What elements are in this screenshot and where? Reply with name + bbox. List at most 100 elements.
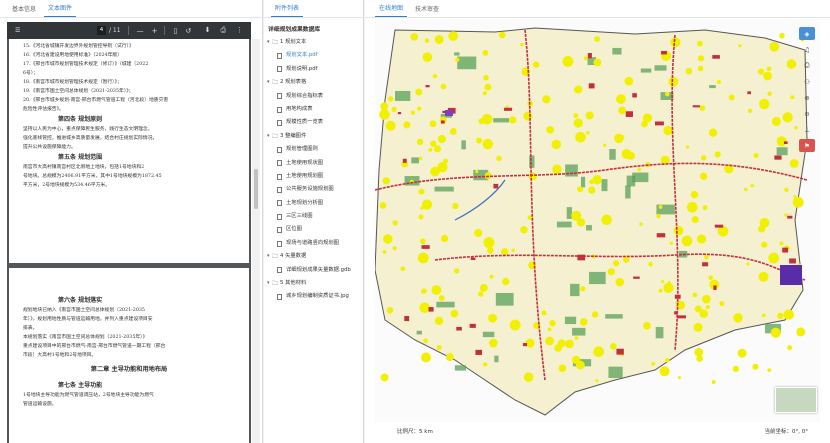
text-line: 坚持以人民为中心，重点保障民生服务，践行生态文明理念， — [23, 127, 153, 132]
urban-block — [577, 254, 586, 261]
tree-file[interactable]: 公共服务设施规划图 — [264, 183, 363, 196]
bell-icon[interactable]: ♫ — [799, 43, 815, 56]
tree-folder[interactable]: ▾ 🗀 3 整编图件 — [264, 130, 363, 143]
settlement — [429, 120, 437, 128]
tree-file[interactable]: 详细规划成果矢量数据.gdb — [264, 264, 363, 277]
text-line: 平方米，2号地块规模为534.46平方米。 — [23, 183, 110, 188]
urban-block — [787, 215, 793, 219]
folder-icon: 🗀 — [272, 253, 279, 261]
fit-page-icon[interactable]: ▯ — [173, 27, 177, 35]
green-area — [654, 65, 667, 71]
urban-block — [588, 83, 595, 89]
tree-file[interactable]: 土地规划分析图 — [264, 197, 363, 210]
tree-file[interactable]: 规划管理图则 — [264, 143, 363, 156]
settlement — [790, 95, 795, 100]
tab-basic-info[interactable]: 基本信息 — [8, 4, 40, 17]
tab-attachment-list[interactable]: 附件列表 — [271, 3, 304, 17]
zoom-in-icon[interactable]: ⊕ — [799, 91, 815, 104]
urban-block — [633, 276, 640, 279]
settlement — [699, 105, 706, 111]
urban-block — [522, 343, 528, 347]
tab-tech-review[interactable]: 技术审查 — [411, 4, 443, 17]
tree-file[interactable]: 规划综合指标表 — [264, 90, 363, 103]
text-line: 市段）大高村1号地和2号地项目。 — [23, 353, 97, 358]
overview-map[interactable] — [775, 387, 817, 413]
settlement — [482, 91, 487, 96]
tree-folder[interactable]: ▾ 🗀 1 规划文本 — [264, 36, 363, 49]
pdf-scrollbar[interactable] — [252, 39, 260, 443]
settlement — [483, 236, 495, 248]
green-area — [566, 207, 572, 219]
urban-block — [616, 348, 624, 355]
urban-block — [456, 326, 462, 331]
settlement — [699, 309, 708, 318]
tree-file[interactable]: 三区三线图 — [264, 210, 363, 223]
tree-file[interactable]: 用地构成表 — [264, 103, 363, 116]
tree-file[interactable]: 现场与道路竖向规划图 — [264, 237, 363, 250]
green-area — [625, 185, 631, 199]
file-icon — [277, 294, 282, 301]
tree-label: 用地构成表 — [286, 105, 313, 112]
menu-icon[interactable]: ☰ — [15, 27, 22, 34]
settlement — [783, 309, 794, 320]
tab-text-drawings[interactable]: 文本图件 — [44, 3, 77, 17]
settlement — [403, 121, 411, 129]
settlement — [789, 159, 799, 168]
tree-folder[interactable]: ▾ 🗀 4 矢量数据 — [264, 250, 363, 263]
print-icon[interactable]: ⎙ — [799, 59, 815, 72]
text-line: 提升公共设施保障能力。 — [23, 145, 76, 150]
tab-online-map[interactable]: 在线地图 — [375, 3, 408, 17]
settlement — [757, 68, 765, 75]
urban-block — [404, 315, 410, 322]
tree-label: 4 矢量数据 — [280, 253, 307, 260]
settlement — [476, 137, 483, 144]
settlement — [665, 91, 670, 97]
green-area — [580, 176, 586, 188]
page-number-input[interactable]: 4 — [97, 26, 106, 35]
rotate-icon[interactable]: ↺ — [185, 27, 191, 35]
zoom-in-icon[interactable]: + — [152, 27, 158, 35]
green-area — [495, 292, 514, 306]
settlement — [708, 128, 718, 137]
zoom-out-icon[interactable]: ⊖ — [799, 107, 815, 120]
settlement — [585, 111, 594, 120]
text-line: 19.《南宫市国土空间总体规划（2021-2035年）》； — [23, 89, 134, 94]
settlement — [681, 235, 693, 247]
tree-file[interactable]: 规划文本.pdf — [264, 49, 363, 62]
scrollbar-thumb[interactable] — [254, 169, 258, 209]
measure-icon[interactable]: ⟂ — [799, 123, 815, 136]
settlement — [677, 376, 681, 380]
tree-file[interactable]: 规模性质一览表 — [264, 116, 363, 129]
text-line: 危险性评估报告》。 — [23, 107, 64, 112]
tree-folder[interactable]: ▾ 🗀 5 其他材料 — [264, 277, 363, 290]
download-icon[interactable]: ⬇ — [205, 26, 211, 34]
settlement — [580, 286, 586, 292]
marker-icon[interactable]: ⚑ — [799, 139, 815, 152]
settlement — [380, 373, 389, 382]
green-area — [436, 301, 455, 308]
tree-label: 土地规划分析图 — [286, 199, 324, 206]
tree-file[interactable]: 区位图 — [264, 223, 363, 236]
zoom-out-icon[interactable]: — — [137, 27, 144, 35]
map-canvas[interactable] — [375, 20, 820, 422]
tree-file[interactable]: 城乡规划编制资质证书.jpg — [264, 290, 363, 303]
more-icon[interactable]: ⋮ — [236, 26, 243, 34]
pdf-viewer[interactable]: 15.《河北省城镇开发边界外规划管控导则（试行）》 16.《河北省建设用地使用标… — [7, 39, 251, 443]
tree-folder[interactable]: ▾ 🗀 2 规划表格 — [264, 76, 363, 89]
tree-file[interactable]: 土地使用规划图 — [264, 170, 363, 183]
tree-file[interactable]: 土地使用现状图 — [264, 157, 363, 170]
tree-file[interactable]: 规划说明.pdf — [264, 63, 363, 76]
green-area — [572, 327, 586, 336]
person-icon[interactable]: ⚇ — [799, 75, 815, 88]
print-icon[interactable]: ⎙ — [220, 26, 226, 34]
settlement — [415, 88, 423, 96]
settlement — [690, 190, 699, 199]
settlement — [418, 188, 425, 195]
folder-icon: 🗀 — [272, 280, 279, 288]
layers-icon[interactable]: ◈ — [799, 27, 815, 40]
settlement — [392, 246, 397, 251]
urban-block — [656, 233, 666, 238]
folder-icon: 🗀 — [272, 132, 279, 140]
scale-value: 5 km — [419, 429, 433, 435]
settlement — [424, 38, 430, 43]
